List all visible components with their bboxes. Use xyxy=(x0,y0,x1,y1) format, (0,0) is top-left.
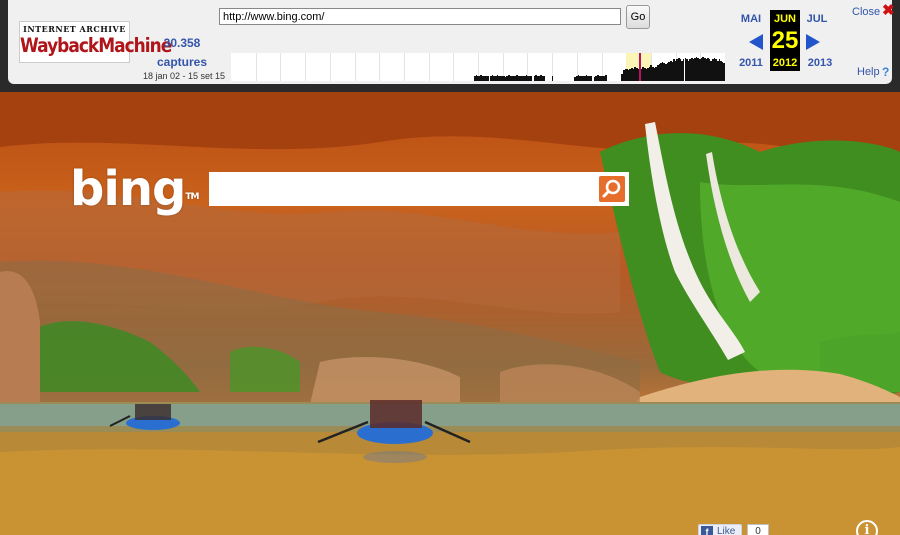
sparkline-bar xyxy=(530,76,533,81)
sparkline-bar xyxy=(486,76,489,81)
search-input[interactable] xyxy=(209,172,598,206)
prev-month[interactable]: MAI xyxy=(736,13,766,25)
prev-year[interactable]: 2011 xyxy=(736,57,766,69)
sparkline-year-divider xyxy=(305,53,306,81)
sparkline-bar xyxy=(543,76,546,81)
sparkline-year-divider xyxy=(330,53,331,81)
sparkline-year-divider xyxy=(256,53,257,81)
current-date-box: JUN 25 2012 xyxy=(770,10,800,71)
bing-logo-text: bing xyxy=(70,161,186,217)
sparkline-year-divider xyxy=(404,53,405,81)
facebook-icon: f xyxy=(701,526,713,535)
bing-homepage: bingTM f Like 0 i xyxy=(0,92,900,535)
background-photo xyxy=(0,92,900,535)
info-icon[interactable]: i xyxy=(856,520,878,535)
search-button[interactable] xyxy=(598,172,629,206)
close-icon[interactable]: ✖ xyxy=(882,3,895,19)
captures-count[interactable]: 30.358 xyxy=(148,36,216,50)
current-day: 25 xyxy=(771,27,799,54)
like-count: 0 xyxy=(747,524,769,535)
sparkline-year-divider xyxy=(280,53,281,81)
close-link[interactable]: Close xyxy=(852,6,880,18)
sparkline-year-divider xyxy=(379,53,380,81)
logo-line2: WaybackMachine xyxy=(20,34,172,58)
url-input[interactable] xyxy=(219,8,621,25)
sparkline-year-divider xyxy=(453,53,454,81)
bing-logo[interactable]: bingTM xyxy=(70,161,199,217)
wayback-toolbar: INTERNET ARCHIVE WaybackMachine 30.358 c… xyxy=(0,0,900,92)
captures-sparkline[interactable] xyxy=(231,53,725,81)
help-icon[interactable]: ? xyxy=(882,65,889,79)
sparkline-year-divider xyxy=(429,53,430,81)
next-year[interactable]: 2013 xyxy=(805,57,835,69)
sparkline-bar xyxy=(590,76,593,81)
like-label: Like xyxy=(717,526,736,535)
prev-capture-arrow-icon[interactable] xyxy=(749,34,763,50)
wayback-logo[interactable]: INTERNET ARCHIVE WaybackMachine xyxy=(19,21,172,63)
facebook-like-button[interactable]: f Like xyxy=(698,524,742,535)
help-link[interactable]: Help xyxy=(857,66,880,78)
sparkline-year-divider xyxy=(355,53,356,81)
go-button[interactable]: Go xyxy=(626,5,650,29)
next-month[interactable]: JUL xyxy=(802,13,832,25)
search-icon xyxy=(599,176,625,202)
current-year: 2012 xyxy=(772,57,798,69)
sparkline-bar xyxy=(605,75,607,81)
current-month: JUN xyxy=(773,13,796,25)
captures-label[interactable]: captures xyxy=(148,55,216,69)
sparkline-bar xyxy=(551,76,554,81)
captures-date-range: 18 jan 02 - 15 set 15 xyxy=(142,71,226,81)
sparkline-bar xyxy=(723,63,725,81)
next-capture-arrow-icon[interactable] xyxy=(806,34,820,50)
wayback-panel: INTERNET ARCHIVE WaybackMachine 30.358 c… xyxy=(8,0,895,84)
sparkline-current-marker xyxy=(639,53,641,81)
bing-trademark: TM xyxy=(185,192,199,202)
